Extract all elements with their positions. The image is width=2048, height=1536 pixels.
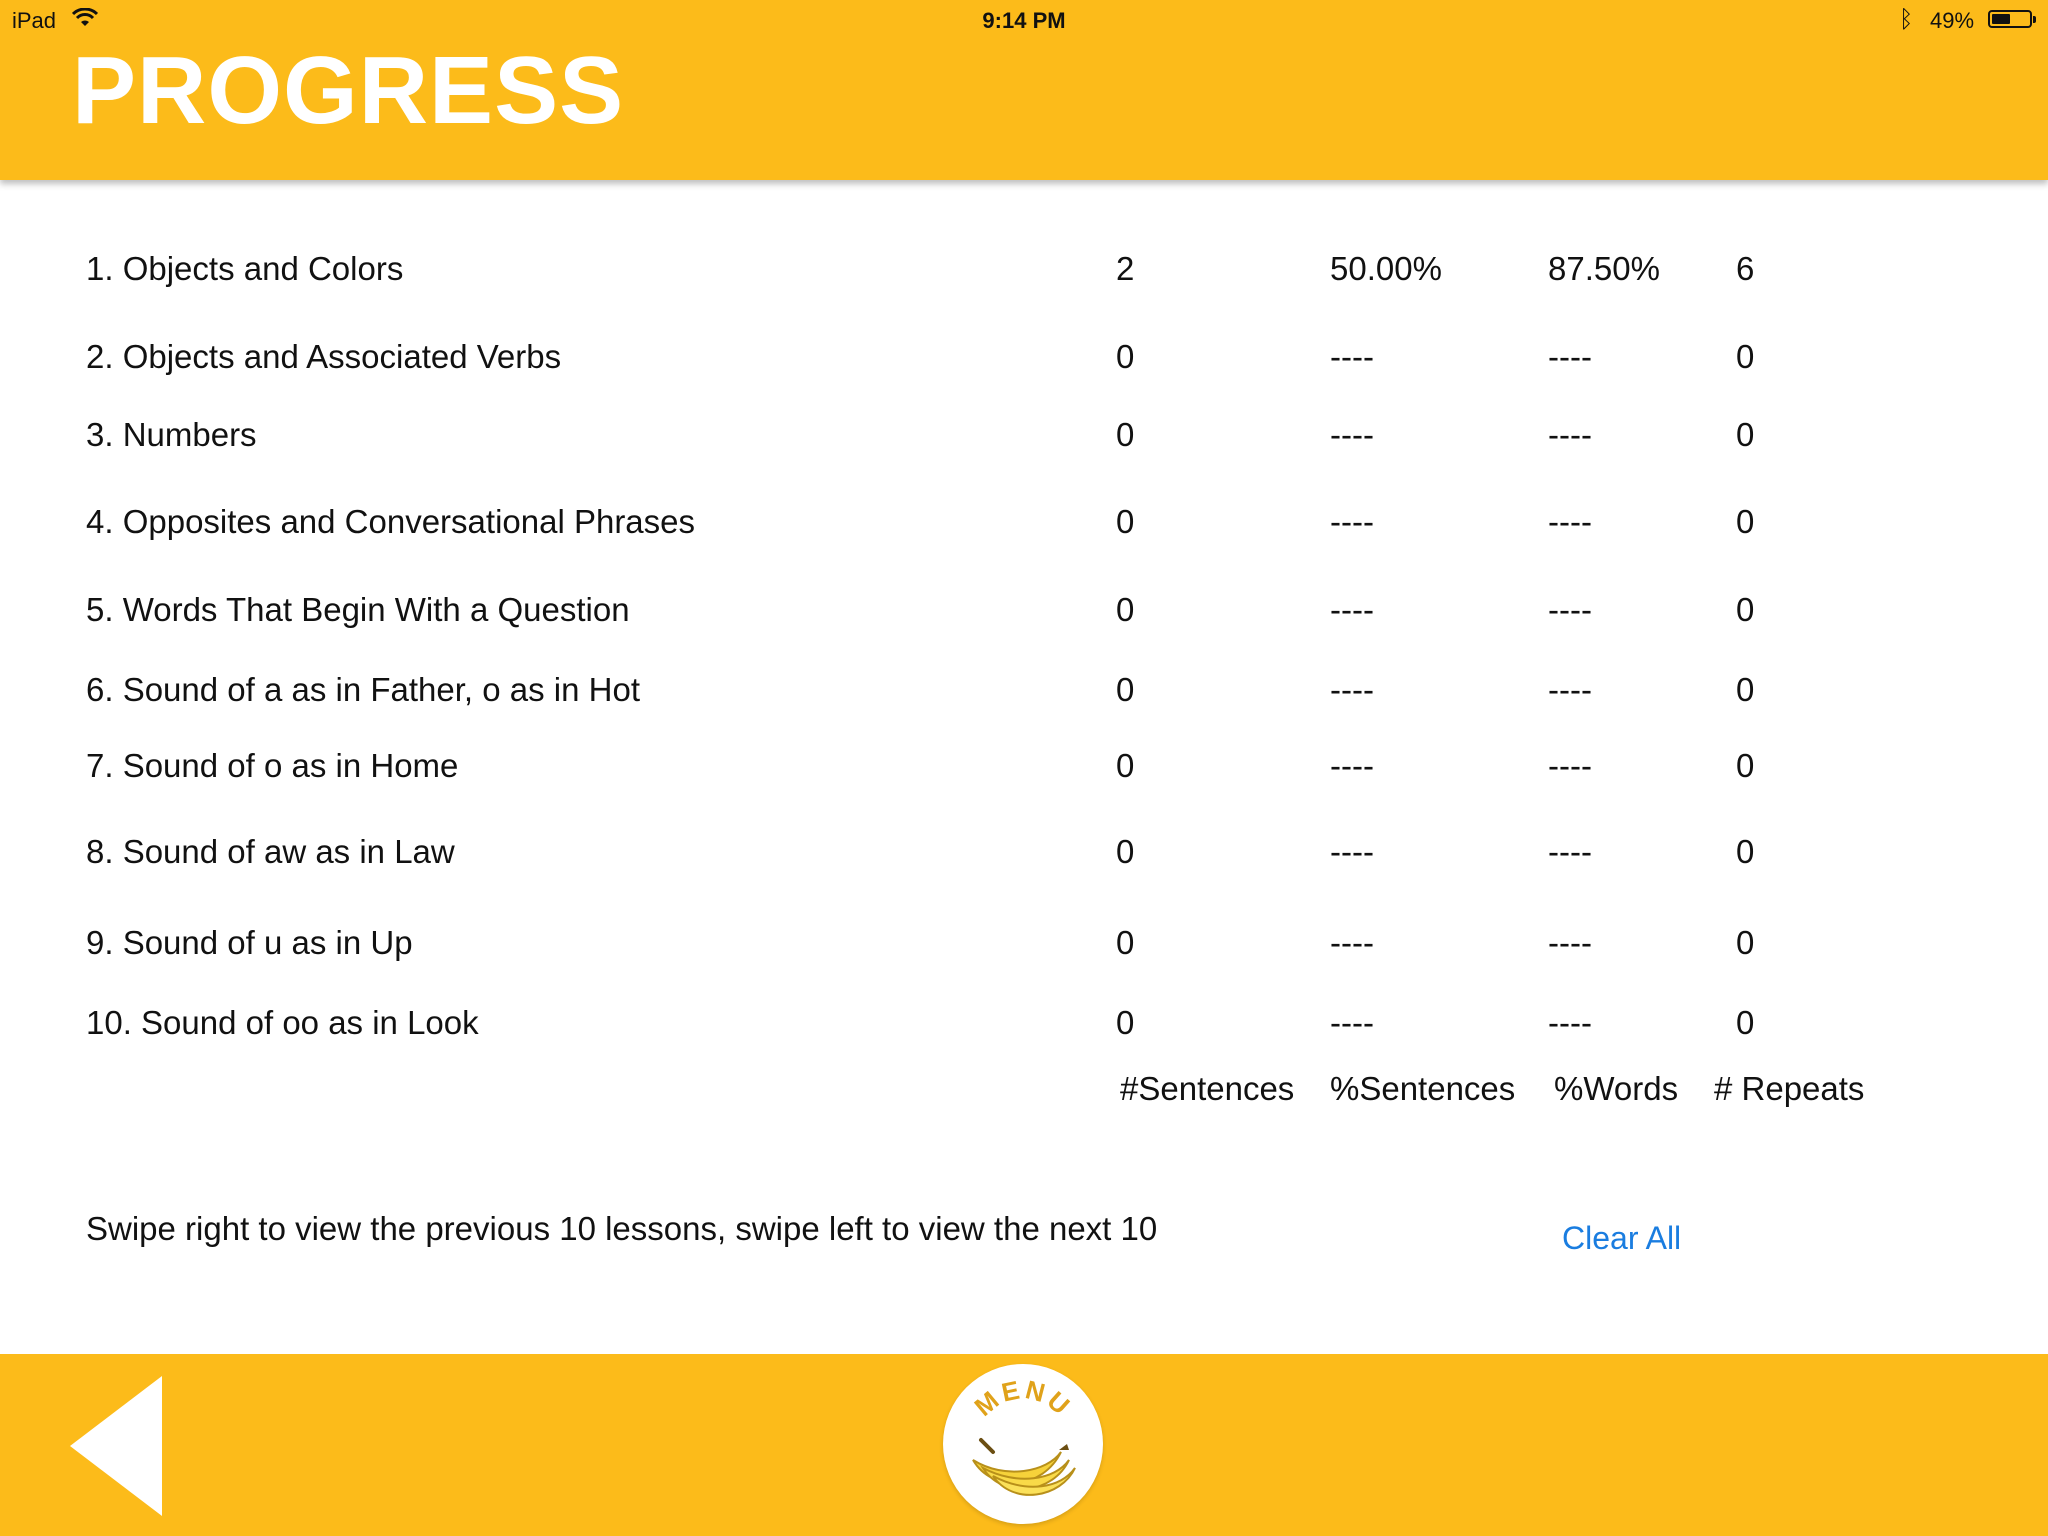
sentences-percent: ---- <box>1330 747 1374 784</box>
words-percent: ---- <box>1548 747 1592 784</box>
sentences-percent: ---- <box>1330 416 1374 453</box>
table-row: 2. Objects and Associated Verbs 0 ---- ----… <box>0 338 2048 398</box>
repeats-count: 0 <box>1736 416 1755 453</box>
lesson-name: 6. Sound of a as in Father, o as in Hot <box>86 671 641 708</box>
words-percent: ---- <box>1548 1004 1592 1041</box>
repeats-count: 0 <box>1736 833 1755 870</box>
sentences-count: 0 <box>1116 591 1135 628</box>
sentences-percent: ---- <box>1330 833 1374 870</box>
battery-fill <box>1992 14 2010 24</box>
sentences-percent: ---- <box>1330 924 1374 961</box>
sentences-percent: 50.00% <box>1330 250 1442 287</box>
sentences-percent: ---- <box>1330 591 1374 628</box>
sentences-count: 0 <box>1116 747 1135 784</box>
words-percent: ---- <box>1548 338 1592 375</box>
repeats-count: 0 <box>1736 747 1755 784</box>
back-triangle-icon[interactable] <box>70 1376 162 1516</box>
table-row: 4. Opposites and Conversational Phrases 0… <box>0 503 2048 563</box>
words-percent: ---- <box>1548 671 1592 708</box>
words-percent: ---- <box>1548 591 1592 628</box>
menu-button[interactable]: MENU <box>943 1364 1103 1524</box>
lesson-name: 8. Sound of aw as in Law <box>86 833 455 870</box>
banana-icon: MENU <box>969 1374 1078 1496</box>
header-bar: iPad 9:14 PM ᛒ 49% PROGRESS <box>0 0 2048 180</box>
sentences-percent: ---- <box>1330 503 1374 540</box>
table-row: 5. Words That Begin With a Question 0 ----… <box>0 591 2048 651</box>
status-bar: iPad 9:14 PM ᛒ 49% <box>0 0 2048 40</box>
words-percent: ---- <box>1548 924 1592 961</box>
words-percent: ---- <box>1548 503 1592 540</box>
table-row: 6. Sound of a as in Father, o as in Hot 0… <box>0 671 2048 731</box>
lesson-name: 5. Words That Begin With a Question <box>86 591 630 628</box>
column-header-sentences: #Sentences <box>1120 1070 1295 1107</box>
lesson-name: 7. Sound of o as in Home <box>86 747 459 784</box>
battery-icon <box>1988 10 2036 28</box>
lesson-name: 1. Objects and Colors <box>86 250 404 287</box>
sentences-percent: ---- <box>1330 671 1374 708</box>
sentences-count: 0 <box>1116 1004 1135 1041</box>
column-header-repeats: # Repeats <box>1714 1070 1865 1107</box>
sentences-count: 0 <box>1116 671 1135 708</box>
sentences-count: 0 <box>1116 416 1135 453</box>
repeats-count: 0 <box>1736 591 1755 628</box>
clock: 9:14 PM <box>982 8 1066 33</box>
menu-label: MENU <box>969 1374 1075 1422</box>
table-row: 1. Objects and Colors 2 50.00% 87.50% 6 <box>0 250 2048 310</box>
sentences-count: 0 <box>1116 833 1135 870</box>
repeats-count: 0 <box>1736 1004 1755 1041</box>
clear-all-button[interactable]: Clear All <box>1562 1220 1681 1257</box>
table-row: 8. Sound of aw as in Law 0 ---- ---- 0 <box>0 833 2048 893</box>
swipe-hint: Swipe right to view the previous 10 less… <box>86 1210 1158 1247</box>
sentences-count: 0 <box>1116 924 1135 961</box>
lesson-name: 2. Objects and Associated Verbs <box>86 338 562 375</box>
svg-text:MENU: MENU <box>969 1374 1078 1422</box>
repeats-count: 0 <box>1736 503 1755 540</box>
repeats-count: 6 <box>1736 250 1755 287</box>
table-row: 7. Sound of o as in Home 0 ---- ---- 0 <box>0 747 2048 807</box>
words-percent: 87.50% <box>1548 250 1660 287</box>
lesson-name: 3. Numbers <box>86 416 257 453</box>
lesson-name: 4. Opposites and Conversational Phrases <box>86 503 696 540</box>
page-title: PROGRESS <box>72 37 625 144</box>
sentences-percent: ---- <box>1330 338 1374 375</box>
table-row: 3. Numbers 0 ---- ---- 0 <box>0 416 2048 476</box>
bluetooth-icon: ᛒ <box>1899 6 1914 33</box>
column-header-pct-sentences: %Sentences <box>1330 1070 1516 1107</box>
repeats-count: 0 <box>1736 924 1755 961</box>
battery-percent: 49% <box>1930 8 1975 33</box>
column-header-pct-words: %Words <box>1554 1070 1679 1107</box>
sentences-count: 0 <box>1116 338 1135 375</box>
footer-bar: MENU <box>0 1354 2048 1536</box>
repeats-count: 0 <box>1736 671 1755 708</box>
words-percent: ---- <box>1548 833 1592 870</box>
words-percent: ---- <box>1548 416 1592 453</box>
sentences-count: 2 <box>1116 250 1135 287</box>
repeats-count: 0 <box>1736 338 1755 375</box>
table-row: 9. Sound of u as in Up 0 ---- ---- 0 <box>0 924 2048 984</box>
sentences-count: 0 <box>1116 503 1135 540</box>
lesson-name: 10. Sound of oo as in Look <box>86 1004 479 1041</box>
sentences-percent: ---- <box>1330 1004 1374 1041</box>
lesson-name: 9. Sound of u as in Up <box>86 924 413 961</box>
table-row: 10. Sound of oo as in Look 0 ---- ---- 0 <box>0 1004 2048 1064</box>
